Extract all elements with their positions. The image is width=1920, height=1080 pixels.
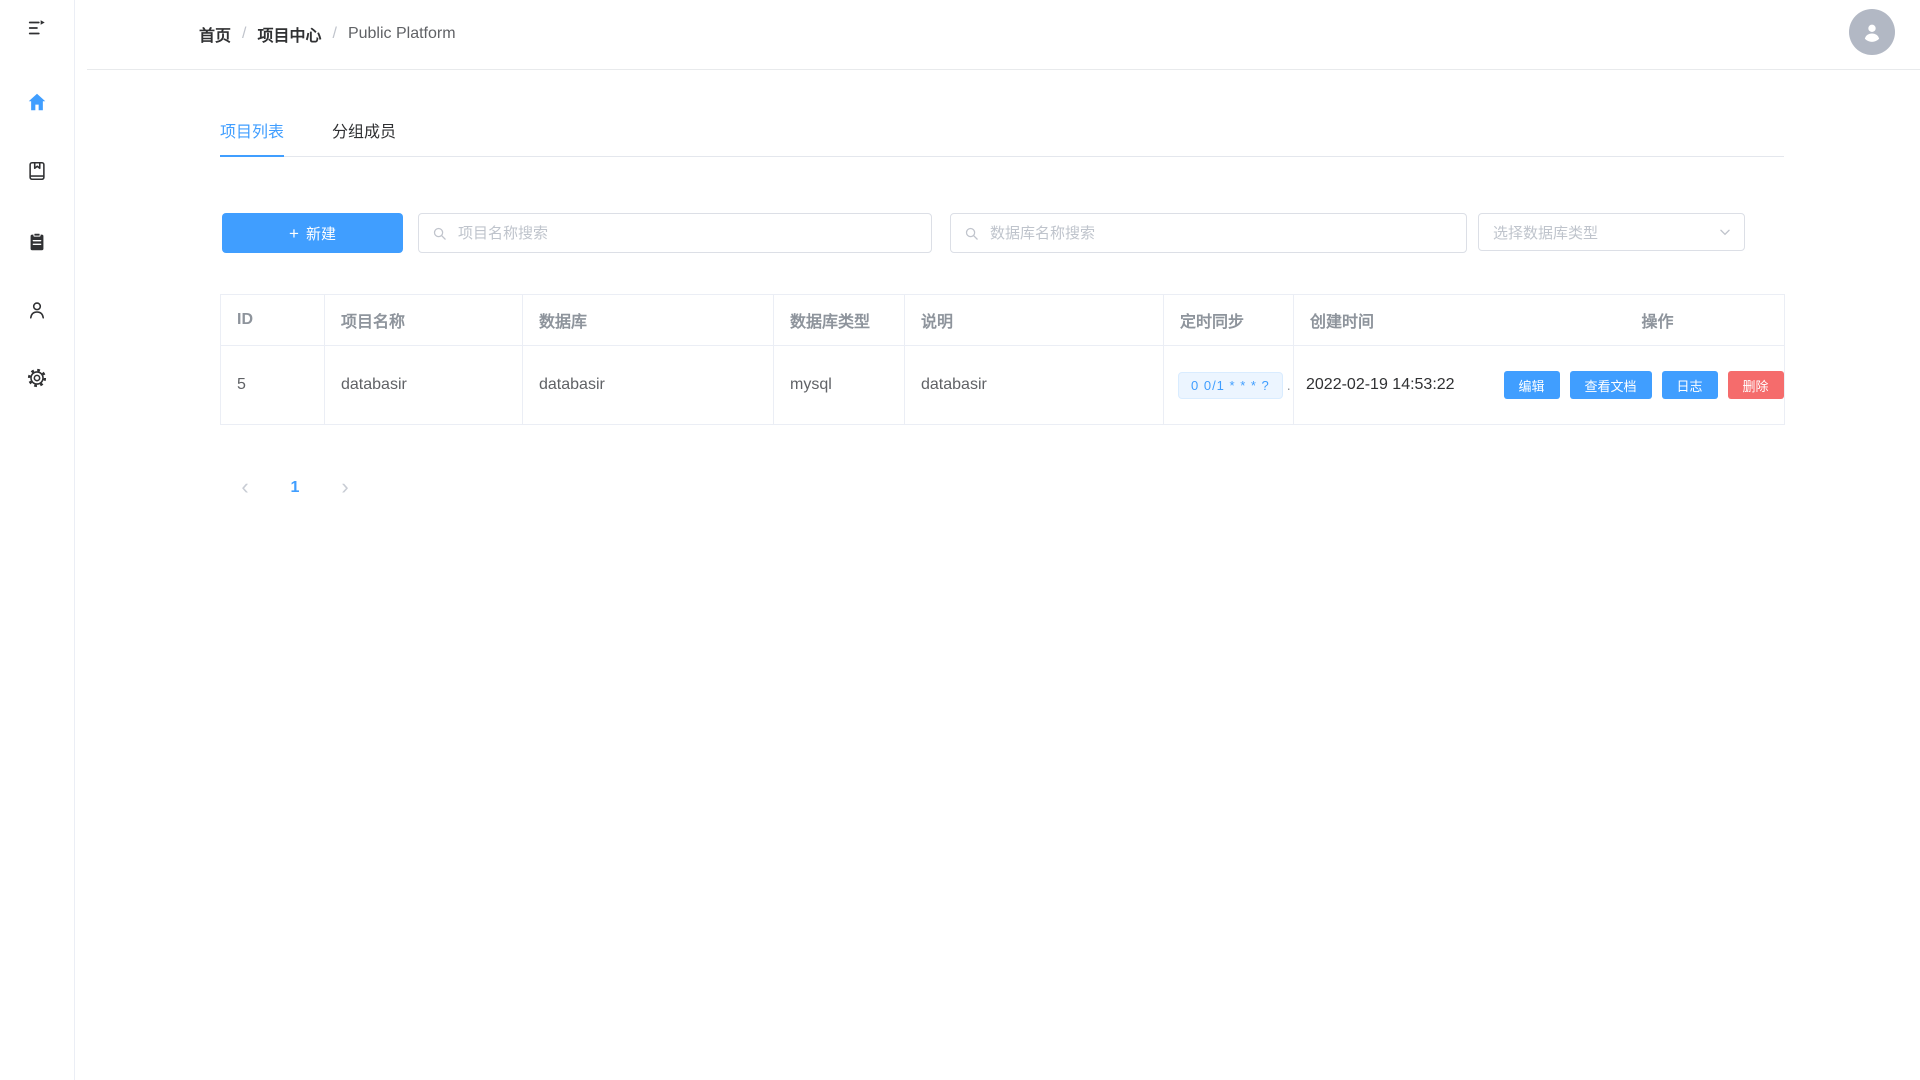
chevron-down-icon (1718, 225, 1732, 239)
search-icon (432, 226, 447, 241)
tabs-bar: 项目列表 分组成员 (220, 118, 1784, 157)
plus-icon: + (289, 225, 299, 242)
projects-table: ID 项目名称 数据库 数据库类型 说明 定时同步 创建时间 操作 5 data… (220, 294, 1785, 425)
col-header-project-name: 项目名称 (325, 295, 523, 346)
cell-description: databasir (905, 346, 1164, 425)
cron-badge: 0 0/1 * * * ? (1178, 372, 1283, 399)
collapse-menu-icon[interactable] (25, 16, 49, 40)
edit-button[interactable]: 编辑 (1504, 371, 1560, 399)
pagination: ‹ 1 › (229, 474, 361, 502)
create-project-button[interactable]: + 新建 (222, 213, 403, 253)
prev-page-button[interactable]: ‹ (229, 474, 261, 502)
sidebar (0, 0, 75, 1080)
cell-cron-sync: 0 0/1 * * * ?. (1164, 346, 1294, 425)
page-number-1[interactable]: 1 (279, 474, 311, 502)
sidebar-item-settings[interactable] (25, 366, 49, 390)
cell-database: databasir (523, 346, 774, 425)
cron-suffix: . (1287, 377, 1291, 393)
project-search-input[interactable] (456, 224, 931, 243)
breadcrumb-home[interactable]: 首页 (199, 22, 231, 46)
next-page-button[interactable]: › (329, 474, 361, 502)
tabs-divider (220, 156, 1784, 157)
breadcrumb-current-group: Public Platform (348, 25, 456, 43)
search-icon (964, 226, 979, 241)
col-header-database: 数据库 (523, 295, 774, 346)
col-header-cron-sync: 定时同步 (1164, 295, 1294, 346)
breadcrumb-project-center[interactable]: 项目中心 (257, 22, 321, 46)
database-search-input[interactable] (988, 224, 1466, 243)
db-type-select[interactable]: 选择数据库类型 (1478, 213, 1745, 251)
delete-button[interactable]: 删除 (1728, 371, 1784, 399)
log-button[interactable]: 日志 (1662, 371, 1718, 399)
tab-project-list[interactable]: 项目列表 (220, 118, 284, 157)
col-header-description: 说明 (905, 295, 1164, 346)
user-avatar-icon (1859, 19, 1885, 45)
table-row: 5 databasir databasir mysql databasir 0 … (221, 346, 1786, 425)
col-header-actions: 操作 (1490, 295, 1786, 346)
sidebar-item-docs[interactable] (25, 159, 49, 183)
breadcrumb-separator: / (332, 25, 336, 43)
top-header: 首页 / 项目中心 / Public Platform (74, 0, 1920, 70)
sidebar-item-users[interactable] (25, 298, 49, 322)
created-at-text: 2022-02-19 14:53:22 (1306, 373, 1470, 397)
view-doc-button[interactable]: 查看文档 (1570, 371, 1652, 399)
col-header-db-type: 数据库类型 (774, 295, 905, 346)
breadcrumb: 首页 / 项目中心 / Public Platform (199, 22, 456, 46)
cell-actions: 编辑 查看文档 日志 删除 (1490, 346, 1786, 425)
toolbar: + 新建 选择数据库类型 (222, 213, 1784, 253)
tab-group-members[interactable]: 分组成员 (332, 118, 396, 156)
col-header-created-at: 创建时间 (1294, 295, 1490, 346)
user-avatar[interactable] (1849, 9, 1895, 55)
sidebar-item-home[interactable] (25, 90, 49, 114)
create-project-label: 新建 (306, 223, 336, 244)
cell-db-type: mysql (774, 346, 905, 425)
col-header-id: ID (221, 295, 325, 346)
db-type-select-placeholder: 选择数据库类型 (1493, 222, 1598, 243)
table-header-row: ID 项目名称 数据库 数据库类型 说明 定时同步 创建时间 操作 (221, 295, 1786, 346)
sidebar-item-tasks[interactable] (25, 230, 49, 254)
cell-id: 5 (221, 346, 325, 425)
project-center-page: 首页 / 项目中心 / Public Platform 项目列表 分组成员 + … (0, 0, 1920, 1080)
header-divider (87, 69, 1920, 70)
project-search-box (418, 213, 932, 253)
database-search-box (950, 213, 1467, 253)
cell-created-at: 2022-02-19 14:53:22 (1294, 346, 1490, 425)
cell-project-name: databasir (325, 346, 523, 425)
breadcrumb-separator: / (242, 25, 246, 43)
